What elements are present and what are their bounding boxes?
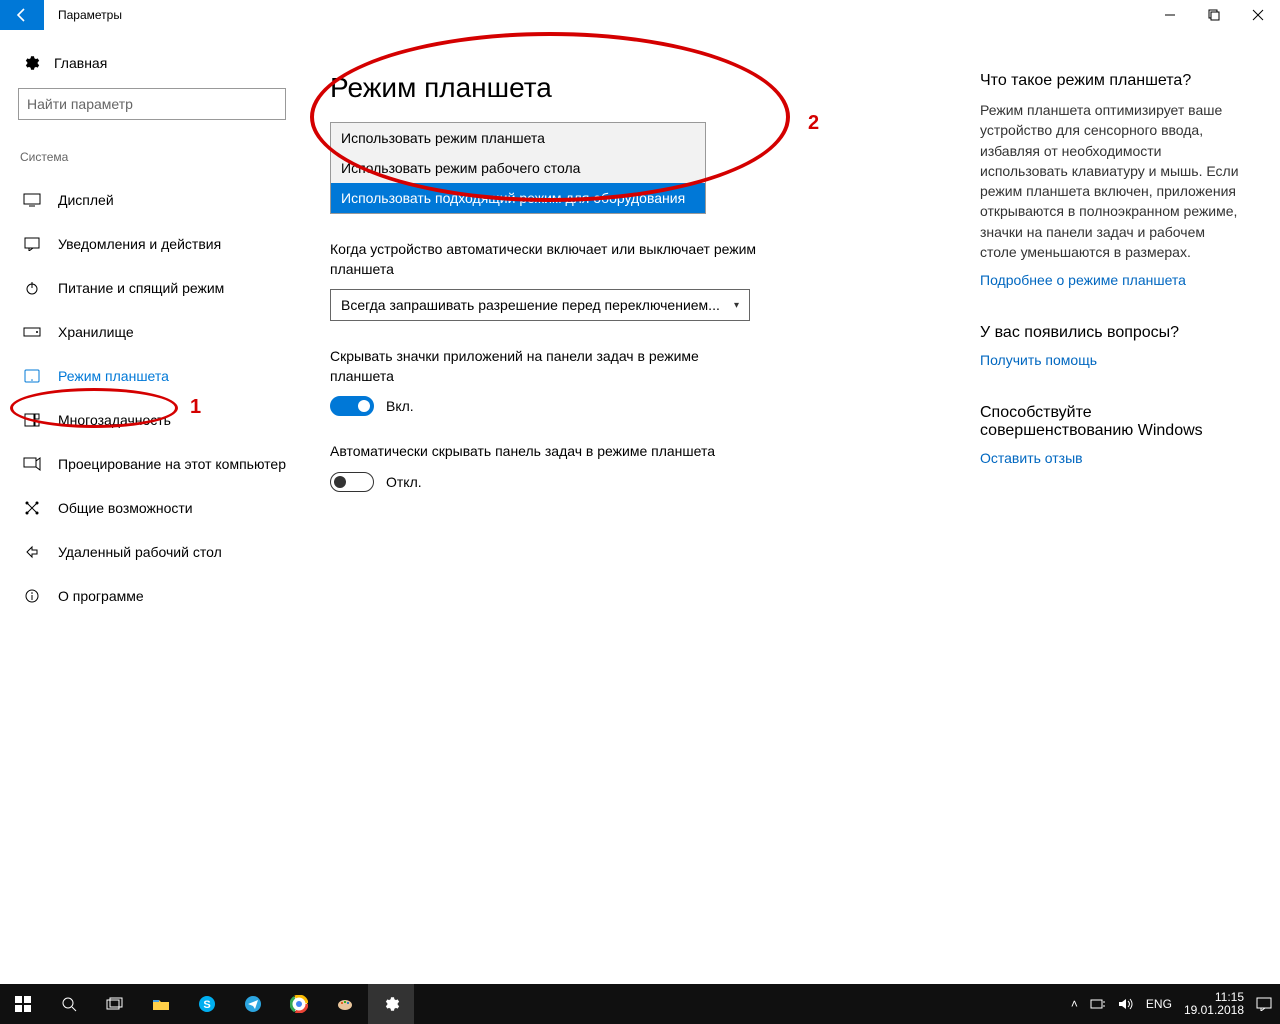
sidebar-item-label: Уведомления и действия — [58, 236, 221, 252]
tray-chevron-up-icon[interactable]: ˄ — [1071, 997, 1078, 1011]
tray-network-icon[interactable] — [1090, 997, 1106, 1011]
sidebar-item-label: Проецирование на этот компьютер — [58, 456, 286, 472]
annotation-number-2: 2 — [808, 112, 819, 135]
sidebar-item-about[interactable]: О программе — [18, 574, 286, 618]
sidebar-item-label: Общие возможности — [58, 500, 193, 516]
hide-icons-toggle[interactable] — [330, 396, 374, 416]
feedback-link[interactable]: Оставить отзыв — [980, 450, 1244, 466]
info-heading: Что такое режим планшета? — [980, 72, 1244, 90]
gear-icon — [22, 54, 40, 72]
remote-icon — [22, 544, 42, 560]
search-placeholder: Найти параметр — [27, 96, 133, 112]
home-label: Главная — [54, 55, 107, 71]
info-heading: Способствуйте совершенствованию Windows — [980, 404, 1244, 440]
main-content: Режим планшета Использовать режим планше… — [300, 30, 1280, 984]
sidebar: Главная Найти параметр Система Дисплей У… — [0, 30, 300, 984]
sidebar-item-shared[interactable]: Общие возможности — [18, 486, 286, 530]
setting-label: Автоматически скрывать панель задач в ре… — [330, 442, 760, 462]
toggle-state: Откл. — [386, 474, 422, 490]
chrome-icon[interactable] — [276, 984, 322, 1024]
info-icon — [22, 588, 42, 604]
telegram-icon[interactable] — [230, 984, 276, 1024]
dropdown-option[interactable]: Использовать режим рабочего стола — [331, 153, 705, 183]
sidebar-item-label: Режим планшета — [58, 368, 169, 384]
close-button[interactable] — [1236, 0, 1280, 30]
toggle-state: Вкл. — [386, 398, 414, 414]
signin-mode-dropdown[interactable]: Использовать режим планшета Использовать… — [330, 122, 706, 214]
multitask-icon — [22, 413, 42, 427]
tray-date: 19.01.2018 — [1184, 1004, 1244, 1017]
sidebar-item-multitasking[interactable]: Многозадачность — [18, 398, 286, 442]
dropdown-option[interactable]: Использовать режим планшета — [331, 123, 705, 153]
tray-lang[interactable]: ENG — [1146, 997, 1172, 1011]
power-icon — [22, 280, 42, 296]
home-link[interactable]: Главная — [22, 54, 286, 72]
window-title: Параметры — [44, 8, 122, 22]
display-icon — [22, 193, 42, 207]
tray-action-center-icon[interactable] — [1256, 997, 1272, 1011]
svg-text:S: S — [203, 999, 210, 1011]
sidebar-item-tablet-mode[interactable]: Режим планшета — [18, 354, 286, 398]
minimize-button[interactable] — [1148, 0, 1192, 30]
tray-clock[interactable]: 11:15 19.01.2018 — [1184, 991, 1244, 1017]
project-icon — [22, 457, 42, 471]
sidebar-item-label: Дисплей — [58, 192, 114, 208]
sidebar-item-remote-desktop[interactable]: Удаленный рабочий стол — [18, 530, 286, 574]
setting-label: Когда устройство автоматически включает … — [330, 240, 760, 279]
switch-mode-combo[interactable]: Всегда запрашивать разрешение перед пере… — [330, 289, 750, 321]
window-titlebar: Параметры — [0, 0, 1280, 30]
tray-volume-icon[interactable] — [1118, 997, 1134, 1011]
sidebar-item-label: Удаленный рабочий стол — [58, 544, 222, 560]
taskbar: S ˄ ENG 11:15 19.01.2018 — [0, 984, 1280, 1024]
task-view-icon[interactable] — [92, 984, 138, 1024]
start-button[interactable] — [0, 984, 46, 1024]
combo-value: Всегда запрашивать разрешение перед пере… — [341, 297, 720, 313]
learn-more-link[interactable]: Подробнее о режиме планшета — [980, 272, 1244, 288]
system-tray[interactable]: ˄ ENG 11:15 19.01.2018 — [1071, 991, 1280, 1017]
sidebar-item-label: Хранилище — [58, 324, 134, 340]
sidebar-item-storage[interactable]: Хранилище — [18, 310, 286, 354]
sidebar-item-label: Питание и спящий режим — [58, 280, 224, 296]
sidebar-item-notifications[interactable]: Уведомления и действия — [18, 222, 286, 266]
taskbar-search-icon[interactable] — [46, 984, 92, 1024]
storage-icon — [22, 327, 42, 337]
sidebar-item-display[interactable]: Дисплей — [18, 178, 286, 222]
file-explorer-icon[interactable] — [138, 984, 184, 1024]
info-panel: Что такое режим планшета? Режим планшета… — [980, 72, 1260, 984]
skype-icon[interactable]: S — [184, 984, 230, 1024]
sidebar-category: Система — [20, 150, 286, 164]
search-input[interactable]: Найти параметр — [18, 88, 286, 120]
chevron-down-icon: ▾ — [734, 300, 739, 311]
sidebar-item-label: О программе — [58, 588, 144, 604]
hide-taskbar-toggle[interactable] — [330, 472, 374, 492]
info-heading: У вас появились вопросы? — [980, 324, 1244, 342]
info-paragraph: Режим планшета оптимизирует ваше устройс… — [980, 100, 1244, 262]
notification-icon — [22, 237, 42, 251]
sidebar-item-power[interactable]: Питание и спящий режим — [18, 266, 286, 310]
page-title: Режим планшета — [330, 72, 760, 104]
shared-icon — [22, 500, 42, 516]
sidebar-item-projecting[interactable]: Проецирование на этот компьютер — [18, 442, 286, 486]
sidebar-item-label: Многозадачность — [58, 412, 171, 428]
settings-app-icon[interactable] — [368, 984, 414, 1024]
maximize-button[interactable] — [1192, 0, 1236, 30]
back-button[interactable] — [0, 0, 44, 30]
setting-label: Скрывать значки приложений на панели зад… — [330, 347, 760, 386]
paint-icon[interactable] — [322, 984, 368, 1024]
tablet-icon — [22, 369, 42, 383]
annotation-number-1: 1 — [190, 396, 201, 419]
get-help-link[interactable]: Получить помощь — [980, 352, 1244, 368]
dropdown-option-selected[interactable]: Использовать подходящий режим для оборуд… — [331, 183, 705, 213]
